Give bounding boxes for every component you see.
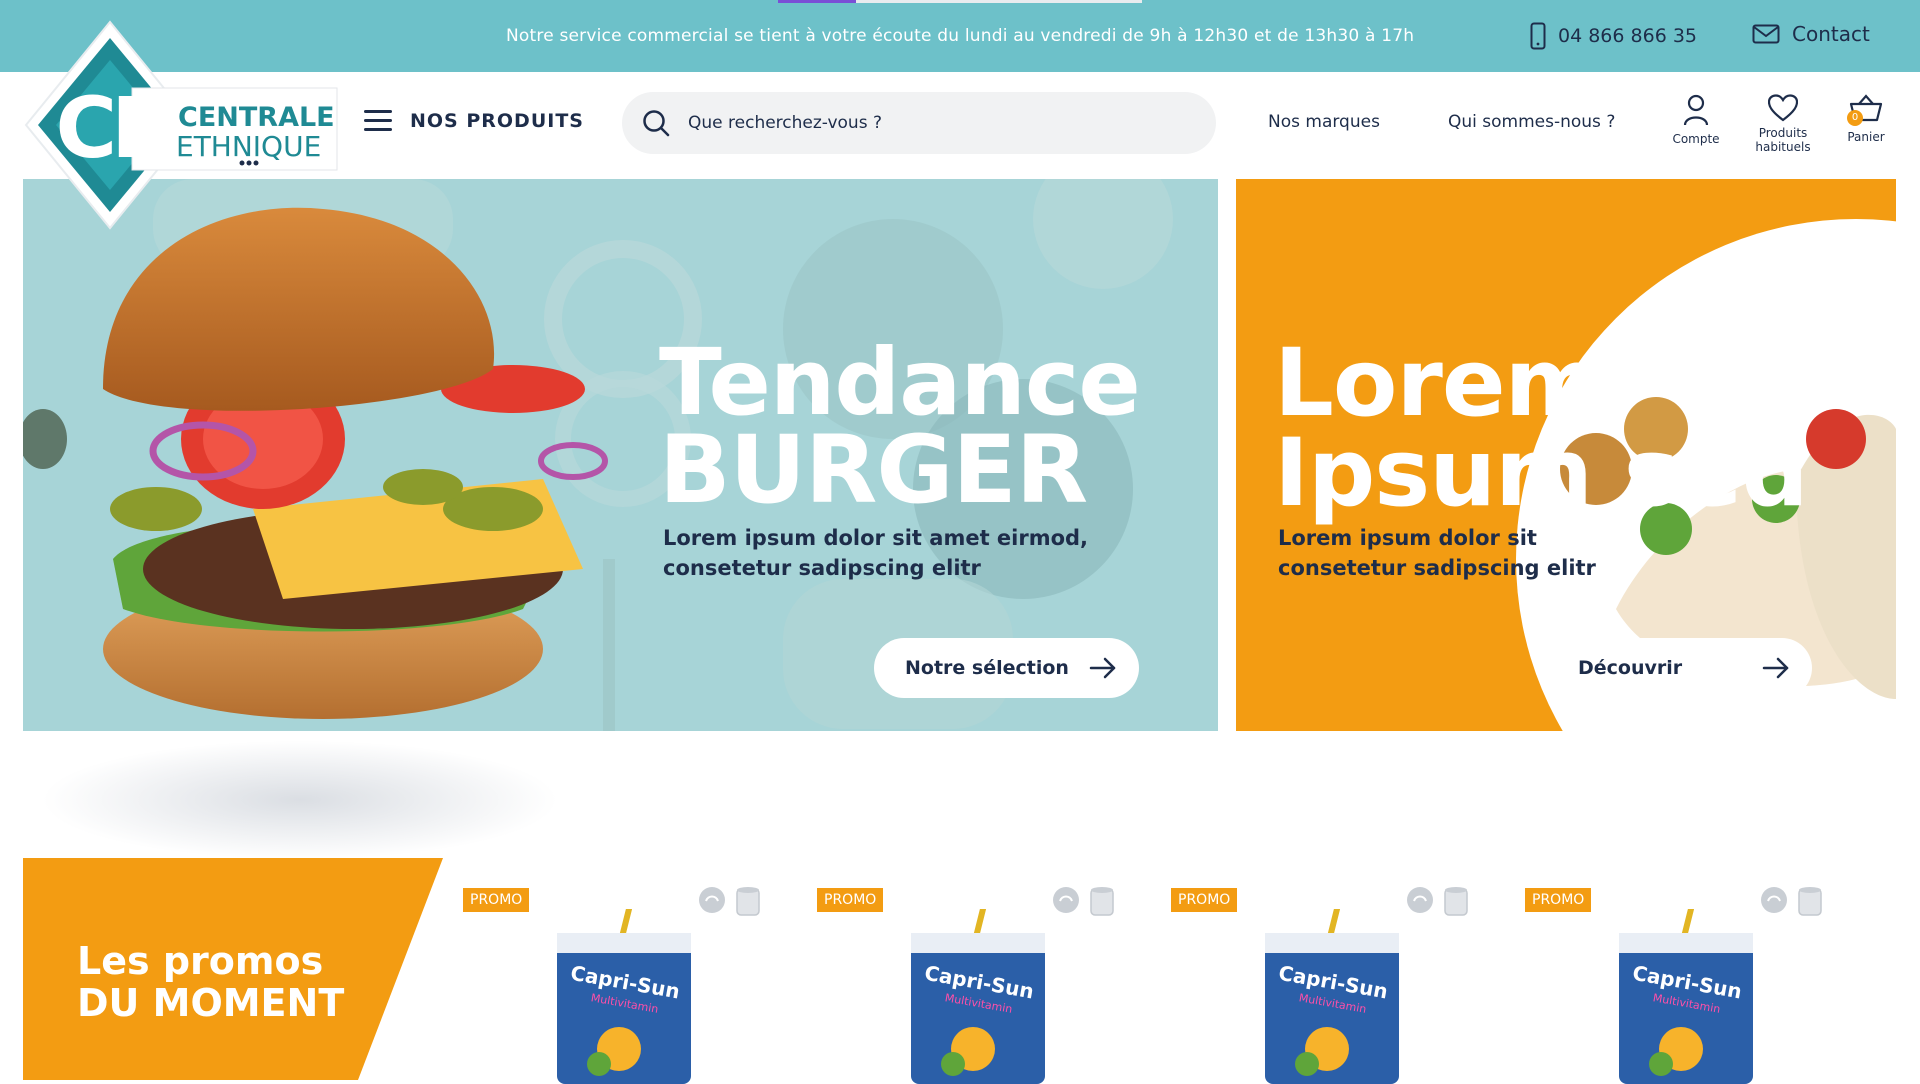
search-input[interactable] — [688, 113, 1148, 133]
hero-banner-side[interactable]: Lorem Ipsum sed Lorem ipsum dolor sit co… — [1236, 179, 1896, 731]
logo-line2: ETHNIQUE — [176, 130, 321, 163]
hero-main-title: Tendance BURGER — [659, 329, 1141, 525]
dry-goods-icon — [736, 887, 760, 916]
dry-goods-icon — [1090, 887, 1114, 916]
nav-link-brands[interactable]: Nos marques — [1268, 112, 1380, 132]
site-logo[interactable]: CE CENTRALE ETHNIQUE — [24, 20, 344, 230]
contact-link[interactable]: Contact — [1752, 22, 1870, 46]
cart-button[interactable]: 0 Panier — [1844, 94, 1888, 144]
capri-sun-pack-image: Capri-Sun Multivitamin — [557, 909, 691, 1084]
hamburger-icon — [364, 110, 392, 132]
promos-title-line1: Les promos — [77, 939, 324, 983]
halal-icon — [1761, 887, 1787, 913]
products-menu-button[interactable]: NOS PRODUITS — [364, 110, 584, 132]
product-card[interactable]: PROMO Capri-Sun Multivitamin — [817, 885, 1117, 1084]
promo-badge: PROMO — [817, 888, 884, 912]
capri-sun-pack-image: Capri-Sun Multivitamin — [1619, 909, 1753, 1084]
hero-side-title: Lorem Ipsum sed — [1274, 329, 1809, 528]
product-card[interactable]: PROMO Capri-Sun Multivitamin — [1171, 885, 1471, 1084]
contact-label: Contact — [1792, 22, 1870, 46]
promos-title-line2: DU MOMENT — [77, 981, 345, 1025]
product-card[interactable]: PROMO Capri-Sun Multivitamin — [463, 885, 763, 1084]
search-bar — [622, 92, 1216, 154]
products-menu-label: NOS PRODUITS — [410, 110, 584, 132]
dry-goods-icon — [1798, 887, 1822, 916]
service-hours-message: Notre service commercial se tient à votr… — [506, 26, 1415, 46]
arrow-right-icon — [1089, 657, 1116, 679]
halal-icon — [1053, 887, 1079, 913]
favorites-button[interactable]: Produits habituels — [1744, 94, 1822, 154]
cart-count-badge: 0 — [1847, 110, 1863, 126]
nav-link-about[interactable]: Qui sommes-nous ? — [1448, 112, 1615, 132]
hero-main-subtitle: Lorem ipsum dolor sit amet eirmod, conse… — [663, 526, 1089, 580]
halal-icon — [699, 887, 725, 913]
hero-side-cta-button[interactable]: Découvrir — [1547, 638, 1812, 698]
search-icon[interactable] — [642, 109, 670, 137]
hero-side-subtitle: Lorem ipsum dolor sit consetetur sadipsc… — [1278, 526, 1596, 580]
phone-icon — [1530, 22, 1546, 50]
hero-main-cta-button[interactable]: Notre sélection — [874, 638, 1139, 698]
account-button[interactable]: Compte — [1667, 94, 1725, 146]
user-icon — [1683, 94, 1709, 126]
account-label: Compte — [1672, 132, 1720, 146]
decorative-shadow — [40, 740, 560, 860]
loading-indicator — [778, 0, 856, 3]
hero-banner-burger[interactable]: Tendance BURGER Lorem ipsum dolor sit am… — [23, 179, 1218, 731]
promo-badge: PROMO — [463, 888, 530, 912]
mail-icon — [1752, 24, 1780, 44]
loading-track — [856, 0, 1142, 3]
phone-link[interactable]: 04 866 866 35 — [1530, 22, 1697, 50]
logo-initials: CE — [55, 79, 163, 177]
hero-main-cta-label: Notre sélection — [905, 657, 1069, 679]
product-card[interactable]: PROMO Capri-Sun Multivitamin — [1525, 885, 1825, 1084]
dry-goods-icon — [1444, 887, 1468, 916]
cart-label: Panier — [1847, 130, 1885, 144]
hero-side-cta-label: Découvrir — [1578, 657, 1683, 679]
logo-line1: CENTRALE — [178, 102, 335, 133]
heart-icon — [1768, 94, 1798, 122]
promo-badge: PROMO — [1525, 888, 1592, 912]
phone-number: 04 866 866 35 — [1558, 25, 1698, 47]
capri-sun-pack-image: Capri-Sun Multivitamin — [1265, 909, 1399, 1084]
promos-section-title: Les promos DU MOMENT — [23, 858, 443, 1080]
capri-sun-pack-image: Capri-Sun Multivitamin — [911, 909, 1045, 1084]
arrow-right-icon — [1762, 657, 1789, 679]
halal-icon — [1407, 887, 1433, 913]
promo-badge: PROMO — [1171, 888, 1238, 912]
favorites-label: Produits habituels — [1755, 126, 1811, 154]
